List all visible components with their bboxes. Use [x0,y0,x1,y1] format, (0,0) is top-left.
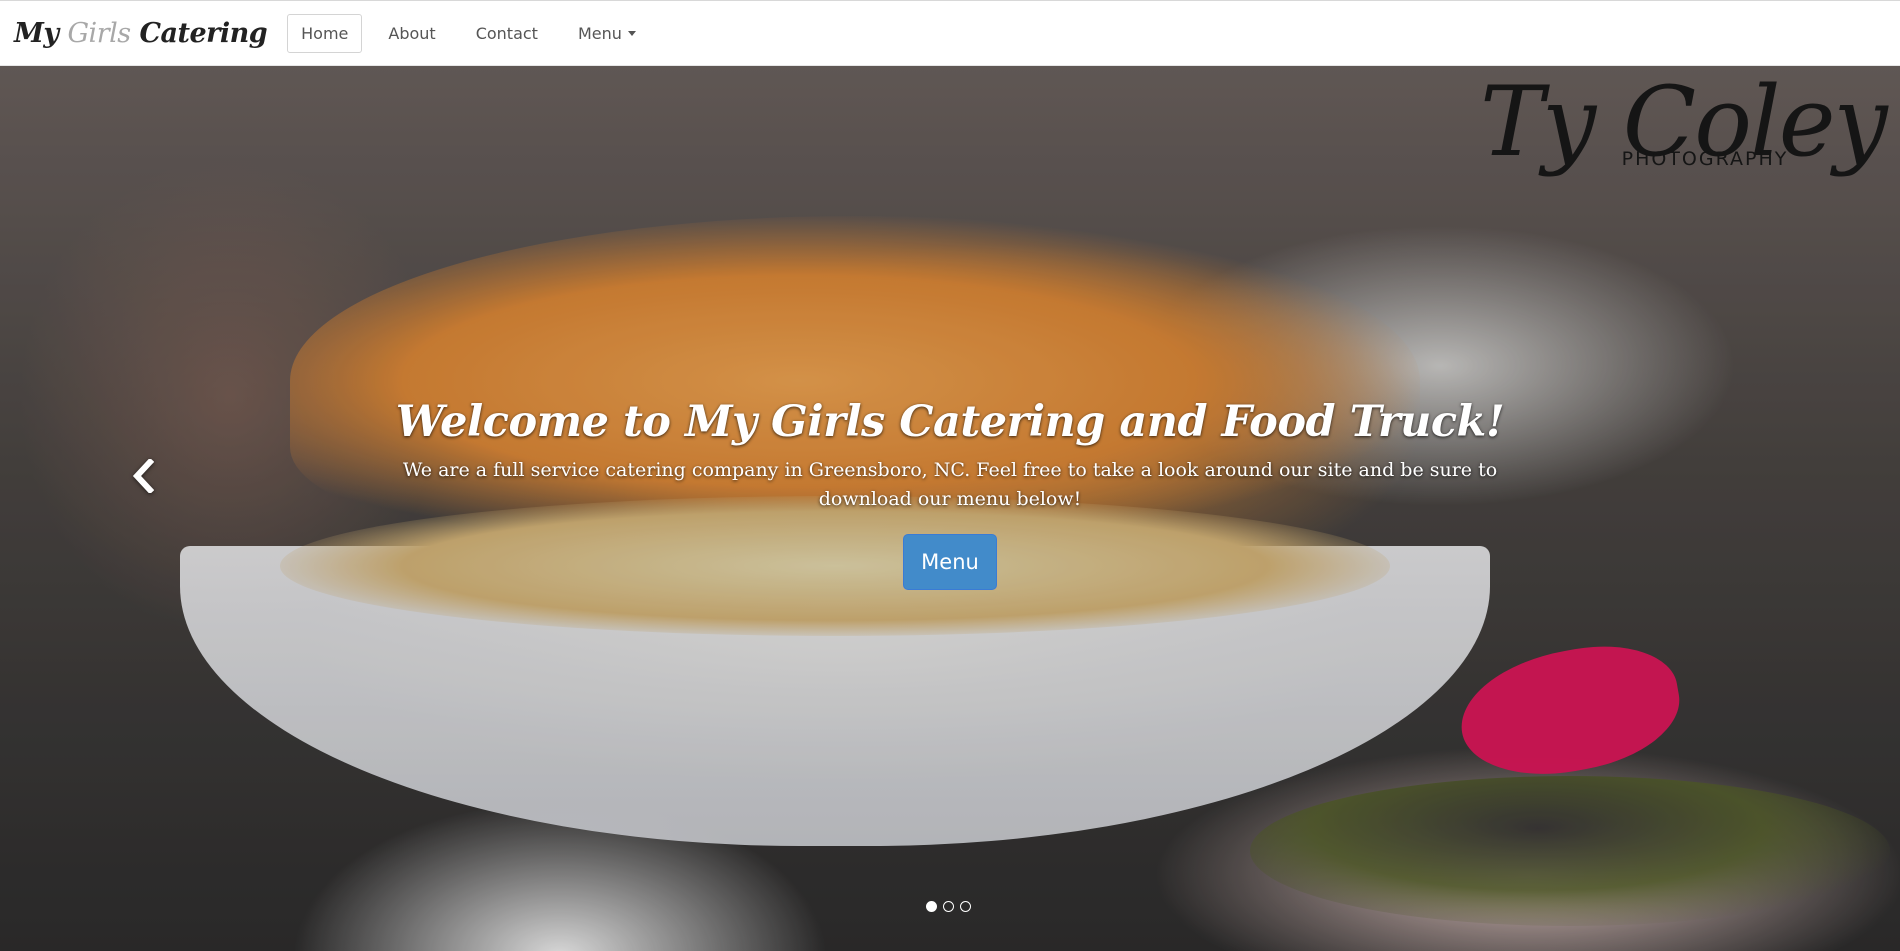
nav-item-about[interactable]: About [374,14,449,53]
carousel-indicator-2[interactable] [943,901,954,912]
caret-down-icon [627,30,636,36]
brand-part-3: Catering [130,17,268,49]
top-navbar: My Girls Catering Home About Contact Men… [0,0,1900,66]
nav-item-home[interactable]: Home [287,13,363,53]
photographer-watermark: Ty Coley PHOTOGRAPHY [1480,72,1888,202]
nav-item-menu-dropdown[interactable]: Menu [564,14,650,53]
nav-home-label: Home [301,23,349,43]
nav-about-label: About [388,23,436,43]
nav-contact-label: Contact [475,23,538,43]
brand-part-2: Girls [67,17,131,49]
nav-item-contact[interactable]: Contact [462,14,552,53]
hero-description: We are a full service catering company i… [402,459,1498,510]
hero-carousel: Ty Coley PHOTOGRAPHY Welcome to My Girls… [0,66,1900,951]
chevron-left-icon [132,459,154,493]
brand-logo[interactable]: My Girls Catering [14,17,268,49]
nav-menu-label: Menu [577,23,622,43]
carousel-indicator-1[interactable] [926,901,937,912]
carousel-prev-button[interactable] [130,456,156,496]
menu-button[interactable]: Menu [903,534,997,590]
carousel-indicators [926,901,971,912]
main-nav: Home About Contact Menu [287,1,662,65]
carousel-caption: Welcome to My Girls Catering and Food Tr… [370,394,1530,590]
carousel-indicator-3[interactable] [960,901,971,912]
hero-title: Welcome to My Girls Catering and Food Tr… [395,397,1505,447]
brand-part-1: My [14,17,68,49]
